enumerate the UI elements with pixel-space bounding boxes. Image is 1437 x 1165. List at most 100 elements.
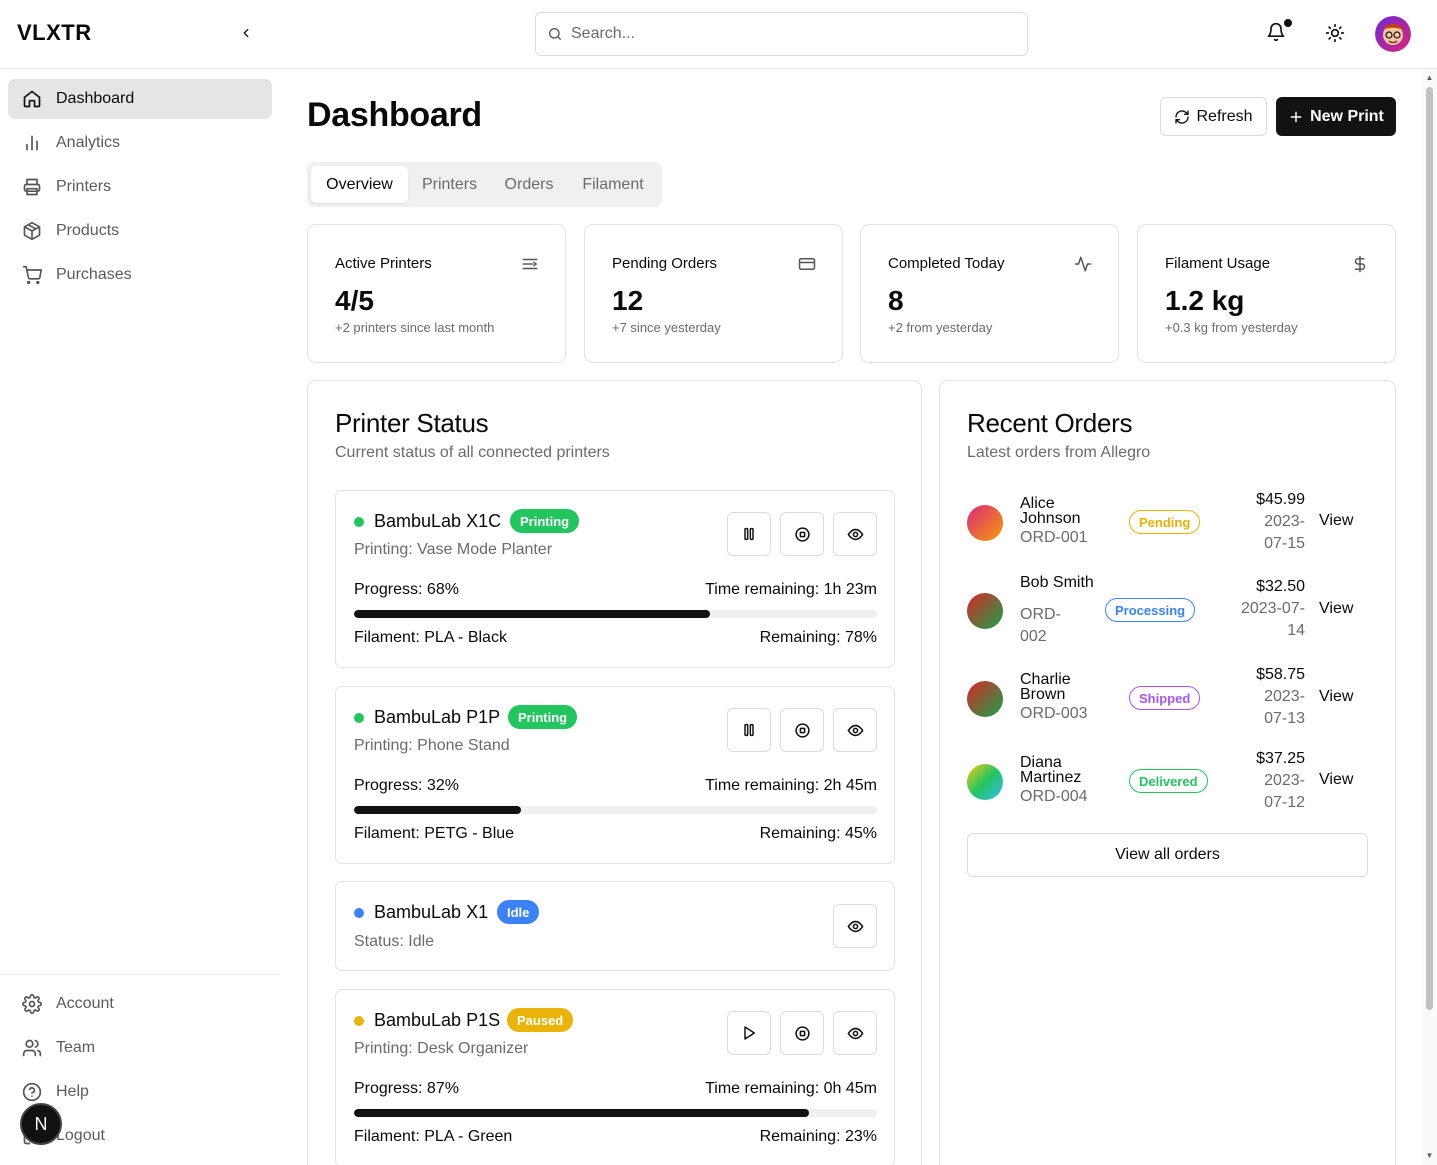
stat-subtext: +2 printers since last month <box>335 320 495 335</box>
view-button[interactable] <box>833 512 877 556</box>
progress-fill <box>354 806 522 814</box>
collapse-sidebar-button[interactable] <box>236 23 256 43</box>
progress-label: Progress: 68% <box>354 581 459 598</box>
printer-card: BambuLab X1C Printing Printing: Vase Mod… <box>335 490 895 668</box>
stop-button[interactable] <box>780 708 824 752</box>
stat-subtext: +7 since yesterday <box>612 320 721 335</box>
resume-button[interactable] <box>727 1011 771 1055</box>
sidebar-item-analytics[interactable]: Analytics <box>8 123 272 163</box>
bar-chart-icon <box>22 133 42 153</box>
sidebar-item-team[interactable]: Team <box>8 1028 272 1068</box>
view-button[interactable] <box>833 904 877 948</box>
panel-title: Printer Status <box>335 408 489 438</box>
view-order-link[interactable]: View <box>1319 688 1353 706</box>
activity-icon <box>1074 256 1092 272</box>
page-scrollbar[interactable]: ▲ ▼ <box>1422 69 1437 1165</box>
refresh-label: Refresh <box>1196 107 1253 125</box>
eye-icon <box>847 528 863 540</box>
printer-job: Printing: Desk Organizer <box>354 1040 529 1057</box>
theme-toggle-button[interactable] <box>1325 23 1347 45</box>
status-dot <box>354 517 364 527</box>
stat-card-active-printers: Active Printers 4/5 +2 printers since la… <box>307 224 566 363</box>
scroll-up-arrow-icon[interactable]: ▲ <box>1425 73 1434 83</box>
filament-remaining: Remaining: 23% <box>759 1128 877 1145</box>
filament-label: Filament: PETG - Blue <box>354 825 515 842</box>
order-id: ORD-004 <box>1020 788 1088 805</box>
stat-value: 12 <box>612 285 644 316</box>
filament-label: Filament: PLA - Black <box>354 629 507 646</box>
printer-card: BambuLab P1S Paused Printing: Desk Organ… <box>335 989 895 1165</box>
printer-job: Printing: Vase Mode Planter <box>354 541 553 558</box>
user-avatar[interactable] <box>1375 16 1411 52</box>
order-status-badge: Delivered <box>1129 769 1208 793</box>
view-all-orders-button[interactable]: View all orders <box>967 833 1368 877</box>
view-button[interactable] <box>833 708 877 752</box>
sidebar-item-label: Dashboard <box>56 90 135 107</box>
sidebar-item-printers[interactable]: Printers <box>8 167 272 207</box>
chevron-left-icon <box>243 28 249 38</box>
sidebar-item-label: Logout <box>56 1127 105 1144</box>
view-order-link[interactable]: View <box>1319 600 1353 618</box>
home-icon <box>22 89 42 109</box>
view-button[interactable] <box>833 1011 877 1055</box>
search-box[interactable] <box>535 12 1028 56</box>
eye-icon <box>847 1027 863 1039</box>
customer-avatar <box>967 593 1003 629</box>
list-icon <box>522 258 538 270</box>
progress-fill <box>354 610 710 618</box>
order-date: 2023-07-15 <box>1264 513 1305 552</box>
stat-value: 4/5 <box>335 285 374 316</box>
view-order-link[interactable]: View <box>1319 512 1353 530</box>
pause-button[interactable] <box>727 512 771 556</box>
bell-icon <box>1267 22 1285 42</box>
stop-button[interactable] <box>780 1011 824 1055</box>
help-icon <box>22 1082 42 1102</box>
order-date: 2023-07-13 <box>1264 688 1305 727</box>
sidebar-item-account[interactable]: Account <box>8 984 272 1024</box>
sidebar-divider <box>0 974 280 975</box>
sidebar-item-dashboard[interactable]: Dashboard <box>8 79 272 119</box>
status-dot <box>354 713 364 723</box>
progress-bar <box>354 610 877 618</box>
panel-subtitle: Latest orders from Allegro <box>967 444 1151 461</box>
framework-badge[interactable]: N <box>20 1103 62 1145</box>
gear-icon <box>22 994 42 1014</box>
stop-circle-icon <box>794 526 810 542</box>
pause-button[interactable] <box>727 708 771 752</box>
eye-icon <box>847 724 863 736</box>
progress-row: Progress: 87% Time remaining: 0h 45m <box>354 1080 877 1098</box>
stat-title: Completed Today <box>888 255 1005 272</box>
refresh-button[interactable]: Refresh <box>1160 97 1267 136</box>
status-badge: Printing <box>510 509 580 533</box>
sidebar-item-purchases[interactable]: Purchases <box>8 255 272 295</box>
progress-row: Progress: 32% Time remaining: 2h 45m <box>354 777 877 795</box>
stat-card-completed-today: Completed Today 8 +2 from yesterday <box>860 224 1119 363</box>
printer-name: BambuLab P1S <box>374 1010 501 1030</box>
order-id: ORD-001 <box>1020 529 1088 546</box>
sidebar-item-products[interactable]: Products <box>8 211 272 251</box>
dollar-icon <box>1354 255 1366 273</box>
stop-button[interactable] <box>780 512 824 556</box>
printer-job: Printing: Phone Stand <box>354 737 510 754</box>
tab-orders[interactable]: Orders <box>493 166 565 203</box>
printer-status-panel: Printer Status Current status of all con… <box>307 380 922 1165</box>
sidebar-item-label: Help <box>56 1083 89 1100</box>
status-badge: Printing <box>508 705 578 729</box>
search-input[interactable] <box>571 25 991 43</box>
order-row: Diana Martinez ORD-004 Delivered $37.25 … <box>967 750 1367 816</box>
new-print-button[interactable]: New Print <box>1276 97 1396 136</box>
stat-value: 8 <box>888 285 904 316</box>
stat-card-pending-orders: Pending Orders 12 +7 since yesterday <box>584 224 843 363</box>
tab-filament[interactable]: Filament <box>568 166 658 203</box>
stat-card-filament-usage: Filament Usage 1.2 kg +0.3 kg from yeste… <box>1137 224 1396 363</box>
cart-icon <box>22 265 42 285</box>
eye-icon <box>847 920 863 932</box>
scroll-down-arrow-icon[interactable]: ▼ <box>1425 1151 1434 1161</box>
stat-subtext: +2 from yesterday <box>888 320 993 335</box>
scrollbar-thumb[interactable] <box>1426 87 1433 1010</box>
view-order-link[interactable]: View <box>1319 771 1353 789</box>
printer-name: BambuLab X1 <box>374 902 489 922</box>
sidebar-item-label: Purchases <box>56 266 132 283</box>
tab-printers[interactable]: Printers <box>409 166 490 203</box>
tab-overview[interactable]: Overview <box>311 166 408 203</box>
